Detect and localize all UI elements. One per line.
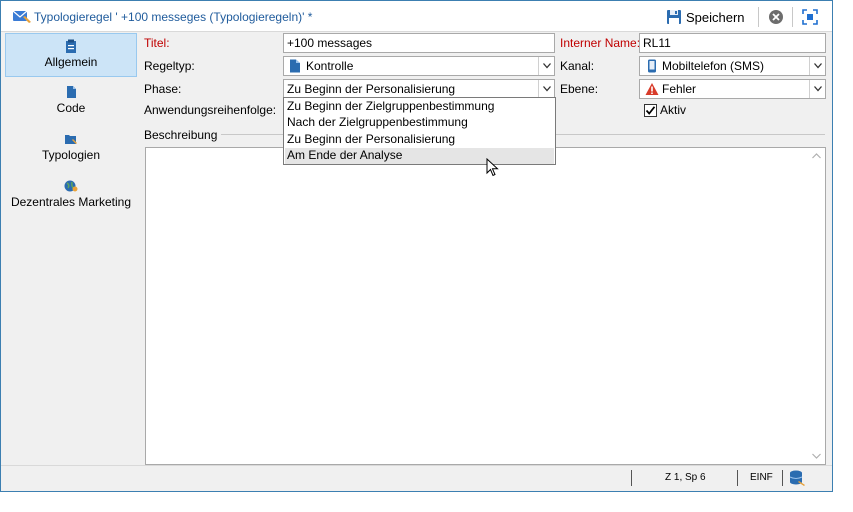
chevron-down-icon[interactable] <box>538 57 554 75</box>
warning-icon <box>645 83 659 95</box>
level-select[interactable]: Fehler <box>639 79 826 99</box>
sidebar-item-general[interactable]: Allgemein <box>5 33 137 77</box>
channel-label: Kanal: <box>560 59 595 73</box>
phase-label: Phase: <box>144 82 182 96</box>
sidebar-item-code[interactable]: Code <box>5 80 137 124</box>
level-value: Fehler <box>662 82 697 96</box>
phase-select[interactable]: Zu Beginn der Personalisierung <box>283 79 555 99</box>
status-divider <box>782 470 783 486</box>
sidebar-item-label: Allgemein <box>44 55 98 69</box>
channel-select[interactable]: Mobiltelefon (SMS) <box>639 56 826 76</box>
toolbar-divider <box>758 7 759 27</box>
clipboard-icon <box>66 39 76 53</box>
window-title: Typologieregel ' +100 messeges (Typologi… <box>34 10 313 24</box>
order-label: Anwendungsreihenfolge: <box>144 103 277 117</box>
active-checkbox[interactable] <box>644 104 657 117</box>
phase-option[interactable]: Nach der Zielgruppenbestimmung <box>285 115 554 131</box>
sidebar-item-decentralized-marketing[interactable]: Dezentrales Marketing <box>5 174 137 218</box>
status-bar: Z 1, Sp 6 EINF <box>1 465 832 491</box>
toolbar-divider <box>792 7 793 27</box>
typology-rule-icon <box>12 10 31 23</box>
insert-mode: EINF <box>750 472 773 483</box>
active-label: Aktiv <box>660 103 687 117</box>
floppy-disk-icon <box>667 10 681 24</box>
sidebar-item-label: Dezentrales Marketing <box>10 195 132 209</box>
status-divider <box>737 470 738 486</box>
internal-name-input[interactable]: RL11 <box>639 33 826 53</box>
checkmark-icon <box>645 106 656 115</box>
chevron-down-icon[interactable] <box>809 80 825 98</box>
sidebar: Allgemein Code Typologien Dezentrales Ma… <box>2 33 137 463</box>
chevron-down-icon[interactable] <box>809 57 825 75</box>
rule-type-value: Kontrolle <box>306 59 354 73</box>
rule-type-label: Regeltyp: <box>144 59 195 73</box>
cursor-position: Z 1, Sp 6 <box>665 472 706 483</box>
sidebar-item-label: Code <box>56 101 86 115</box>
globe-user-icon <box>64 180 78 192</box>
rule-type-select[interactable]: Kontrolle <box>283 56 555 76</box>
level-label: Ebene: <box>560 82 599 96</box>
vertical-scrollbar[interactable] <box>808 148 825 464</box>
scroll-down-icon[interactable] <box>812 453 821 459</box>
title-bar: Typologieregel ' +100 messeges (Typologi… <box>1 1 832 32</box>
phase-option[interactable]: Zu Beginn der Personalisierung <box>285 132 554 148</box>
save-button[interactable]: Speichern <box>666 6 745 28</box>
folder-icon <box>65 135 77 144</box>
typology-rule-window: Typologieregel ' +100 messeges (Typologi… <box>0 0 833 492</box>
sidebar-item-label: Typologien <box>41 148 101 162</box>
database-icon[interactable] <box>789 469 807 487</box>
phase-option-hovered[interactable]: Am Ende der Analyse <box>285 148 554 164</box>
status-divider <box>631 470 632 486</box>
save-label: Speichern <box>686 9 745 25</box>
scroll-up-icon[interactable] <box>812 153 821 159</box>
description-textarea[interactable] <box>145 147 826 465</box>
description-label: Beschreibung <box>144 128 218 142</box>
internal-name-label: Interner Name: <box>560 36 641 50</box>
sidebar-item-typologies[interactable]: Typologien <box>5 127 137 171</box>
phase-dropdown-list: Zu Beginn der Zielgruppenbestimmung Nach… <box>283 97 556 165</box>
title-input[interactable]: +100 messages <box>283 33 555 53</box>
mouse-cursor-icon <box>486 158 499 177</box>
document-icon <box>67 86 76 98</box>
mobile-phone-icon <box>648 59 656 73</box>
channel-value: Mobiltelefon (SMS) <box>662 59 765 73</box>
phase-value: Zu Beginn der Personalisierung <box>287 82 456 96</box>
document-icon <box>290 59 300 73</box>
close-circle-icon[interactable] <box>767 8 785 26</box>
maximize-icon[interactable] <box>801 8 819 26</box>
chevron-down-icon[interactable] <box>538 80 554 98</box>
title-label: Titel: <box>144 36 170 50</box>
phase-option[interactable]: Zu Beginn der Zielgruppenbestimmung <box>285 99 554 115</box>
